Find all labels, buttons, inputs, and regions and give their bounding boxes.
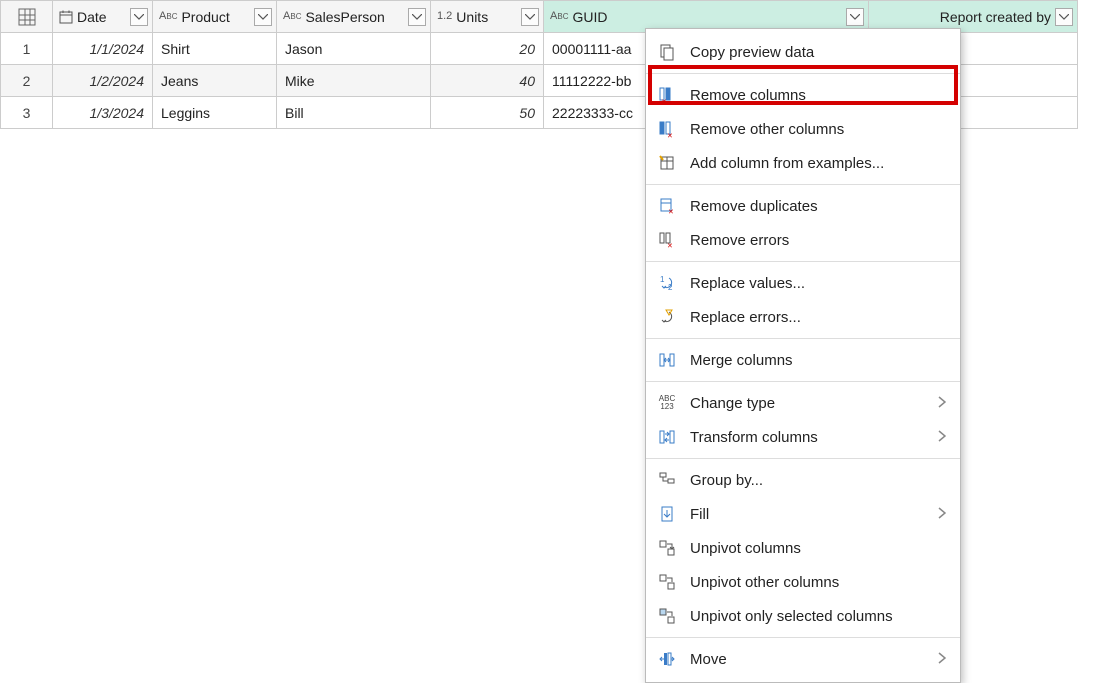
menu-change-type[interactable]: ABC123 Change type	[646, 386, 960, 420]
chevron-right-icon	[938, 651, 946, 668]
cell-product: Leggins	[153, 105, 276, 121]
cell-salesperson: Jason	[277, 41, 430, 57]
column-label: SalesPerson	[305, 9, 404, 25]
cell-date: 1/2/2024	[53, 73, 152, 89]
replace-values-icon: 12	[656, 272, 678, 294]
menu-separator	[646, 261, 960, 262]
menu-remove-duplicates[interactable]: ✕ Remove duplicates	[646, 189, 960, 223]
column-header-salesperson[interactable]: ABC SalesPerson	[277, 1, 431, 33]
number-type-icon: 1.2	[437, 11, 452, 22]
remove-errors-icon: ✕	[656, 229, 678, 251]
column-header-units[interactable]: 1.2 Units	[431, 1, 544, 33]
column-label: Product	[181, 9, 250, 25]
filter-button[interactable]	[846, 8, 864, 26]
transform-columns-icon	[656, 426, 678, 448]
cell-salesperson: Mike	[277, 73, 430, 89]
chevron-right-icon	[938, 429, 946, 446]
cell-date: 1/1/2024	[53, 41, 152, 57]
group-by-icon	[656, 469, 678, 491]
date-type-icon	[59, 10, 73, 24]
menu-remove-other-columns[interactable]: ✕ Remove other columns	[646, 112, 960, 146]
fill-icon	[656, 503, 678, 525]
filter-button[interactable]	[521, 8, 539, 26]
menu-remove-errors[interactable]: ✕ Remove errors	[646, 223, 960, 257]
menu-replace-errors[interactable]: Replace errors...	[646, 300, 960, 334]
row-index: 1	[1, 33, 53, 65]
cell-units: 50	[431, 105, 543, 121]
menu-unpivot-columns[interactable]: Unpivot columns	[646, 531, 960, 565]
column-context-menu: Copy preview data ✕ Remove columns ✕ Rem…	[645, 28, 961, 683]
change-type-icon: ABC123	[656, 392, 678, 414]
chevron-right-icon	[938, 395, 946, 412]
filter-button[interactable]	[1055, 8, 1073, 26]
menu-replace-values[interactable]: 12 Replace values...	[646, 266, 960, 300]
menu-merge-columns[interactable]: Merge columns	[646, 343, 960, 377]
cell-date: 1/3/2024	[53, 105, 152, 121]
svg-text:1: 1	[660, 275, 665, 284]
unpivot-icon	[656, 537, 678, 559]
text-type-icon: ABC	[550, 11, 568, 22]
add-column-examples-icon	[656, 152, 678, 174]
menu-group-by[interactable]: Group by...	[646, 463, 960, 497]
menu-separator	[646, 637, 960, 638]
menu-copy-preview-data[interactable]: Copy preview data	[646, 35, 960, 69]
filter-button[interactable]	[408, 8, 426, 26]
unpivot-selected-icon	[656, 605, 678, 627]
text-type-icon: ABC	[159, 11, 177, 22]
filter-button[interactable]	[130, 8, 148, 26]
menu-separator	[646, 184, 960, 185]
remove-other-columns-icon: ✕	[656, 118, 678, 140]
column-label: GUID	[572, 9, 842, 25]
svg-text:✕: ✕	[667, 133, 673, 138]
column-header-product[interactable]: ABC Product	[153, 1, 277, 33]
svg-text:✕: ✕	[661, 99, 667, 104]
menu-remove-columns[interactable]: ✕ Remove columns	[646, 78, 960, 112]
filter-button[interactable]	[254, 8, 272, 26]
cell-product: Jeans	[153, 73, 276, 89]
menu-fill[interactable]: Fill	[646, 497, 960, 531]
svg-text:✕: ✕	[668, 209, 674, 215]
chevron-right-icon	[938, 506, 946, 523]
remove-duplicates-icon: ✕	[656, 195, 678, 217]
menu-separator	[646, 338, 960, 339]
menu-transform-columns[interactable]: Transform columns	[646, 420, 960, 454]
column-label: Report created by	[886, 9, 1051, 25]
svg-text:✕: ✕	[667, 243, 673, 249]
cell-units: 20	[431, 41, 543, 57]
column-label: Units	[456, 9, 517, 25]
copy-icon	[656, 41, 678, 63]
menu-separator	[646, 73, 960, 74]
corner-cell[interactable]	[1, 1, 53, 33]
remove-columns-icon: ✕	[656, 84, 678, 106]
text-type-icon: ABC	[283, 11, 301, 22]
move-icon	[656, 648, 678, 670]
unpivot-other-icon	[656, 571, 678, 593]
menu-separator	[646, 381, 960, 382]
cell-product: Shirt	[153, 41, 276, 57]
cell-units: 40	[431, 73, 543, 89]
menu-separator	[646, 458, 960, 459]
menu-move[interactable]: Move	[646, 642, 960, 676]
cell-salesperson: Bill	[277, 105, 430, 121]
column-label: Date	[77, 9, 126, 25]
table-icon	[1, 1, 52, 32]
menu-unpivot-other-columns[interactable]: Unpivot other columns	[646, 565, 960, 599]
column-header-date[interactable]: Date	[53, 1, 153, 33]
merge-columns-icon	[656, 349, 678, 371]
replace-errors-icon	[656, 306, 678, 328]
row-index: 3	[1, 97, 53, 129]
menu-add-column-from-examples[interactable]: Add column from examples...	[646, 146, 960, 180]
menu-unpivot-only-selected-columns[interactable]: Unpivot only selected columns	[646, 599, 960, 633]
row-index: 2	[1, 65, 53, 97]
